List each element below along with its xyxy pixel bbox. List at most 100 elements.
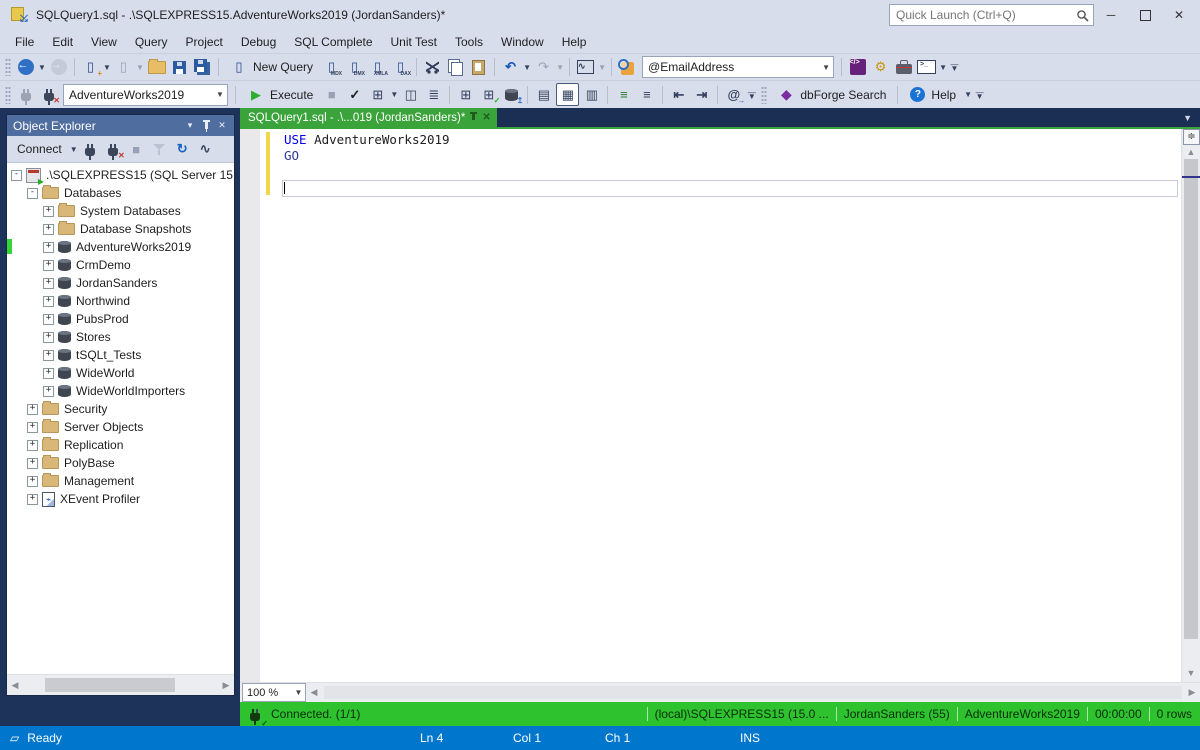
cut-icon[interactable] [422,57,443,78]
toolbar-grip[interactable] [761,86,767,104]
oe-connect-icon[interactable] [80,139,101,160]
menu-debug[interactable]: Debug [232,32,285,52]
search-icon[interactable] [617,57,638,78]
add-item-dropdown[interactable]: ▼ [135,57,145,78]
tree-item-crmdemo[interactable]: +CrmDemo [7,256,234,274]
command-window-dropdown[interactable]: ▼ [938,57,948,78]
oe-activity-icon[interactable]: ∿ [195,139,216,160]
connect-button[interactable]: Connect [11,139,68,160]
add-item-icon[interactable]: ▯ [113,57,134,78]
tree-item-security[interactable]: +Security [7,400,234,418]
menu-sql-complete[interactable]: SQL Complete [285,32,381,52]
menu-tools[interactable]: Tools [446,32,492,52]
tree-item-sqlexpress15-sql-server-15-0-2000[interactable]: -.\SQLEXPRESS15 (SQL Server 15.0.2000 - [7,166,234,184]
expand-icon[interactable]: + [43,332,54,343]
oe-refresh-icon[interactable]: ↻ [172,139,193,160]
query-options-dropdown[interactable]: ▼ [389,84,399,105]
expand-icon[interactable]: + [43,278,54,289]
database-combo[interactable]: AdventureWorks2019▼ [63,84,228,106]
activity-dropdown[interactable]: ▼ [597,57,607,78]
copy-icon[interactable] [445,57,466,78]
editor-vscrollbar[interactable]: ▲ ▼ [1181,129,1200,682]
code-editor[interactable]: USE AdventureWorks2019GO ▲ ▼ ≑ [240,129,1200,682]
hscrollbar-thumb[interactable] [324,686,1182,699]
tree-item-databases[interactable]: -Databases [7,184,234,202]
navigate-backward-icon[interactable]: ← [15,57,36,78]
tree-item-northwind[interactable]: +Northwind [7,292,234,310]
dbforge-search-button[interactable]: ◆dbForge Search [771,84,892,105]
tree-item-jordansanders[interactable]: +JordanSanders [7,274,234,292]
expand-icon[interactable]: + [27,440,38,451]
navigate-forward-icon[interactable]: → [48,57,69,78]
expand-icon[interactable]: + [43,368,54,379]
scrollbar-thumb[interactable] [45,678,175,692]
decrease-indent-icon[interactable]: ⇤ [668,84,689,105]
new-file-dropdown[interactable]: ▼ [102,57,112,78]
new-dax-query-icon[interactable]: ▯DAX [390,57,411,78]
parameter-combo[interactable]: @EmailAddress▼ [642,56,834,78]
scroll-left-icon[interactable]: ◀ [7,680,23,691]
hscroll-left-icon[interactable]: ◀ [306,687,322,698]
menu-unit-test[interactable]: Unit Test [382,32,446,52]
tab-list-chevron-icon[interactable]: ▼ [1183,113,1192,123]
toolbox-icon[interactable] [893,57,914,78]
menu-edit[interactable]: Edit [43,32,82,52]
minimize-button[interactable]: ─ [1094,3,1128,27]
parse-icon[interactable]: ✓ [344,84,365,105]
toolbar-grip[interactable] [5,58,11,76]
tree-item-stores[interactable]: +Stores [7,328,234,346]
undo-icon[interactable]: ↶ [500,57,521,78]
tree-item-database-snapshots[interactable]: +Database Snapshots [7,220,234,238]
parameter-combo-dropdown-icon[interactable]: ▼ [819,63,833,72]
scroll-up-icon[interactable]: ▲ [1182,147,1200,157]
editor-split-handle[interactable]: ≑ [1183,129,1200,145]
expand-icon[interactable]: + [27,404,38,415]
results-to-grid-icon[interactable]: ▦ [556,83,579,106]
quick-launch-input[interactable] [894,7,1076,23]
execution-settings-icon[interactable]: ≣ [423,84,444,105]
tree-item-system-databases[interactable]: +System Databases [7,202,234,220]
expand-icon[interactable]: + [27,476,38,487]
collapse-icon[interactable]: - [11,170,22,181]
tab-pin-icon[interactable] [472,113,475,120]
zoom-combo[interactable]: 100 % ▼ [242,683,306,702]
expand-icon[interactable]: + [43,242,54,253]
tree-item-xevent-profiler[interactable]: +⌁XEvent Profiler [7,490,234,508]
comment-selection-icon[interactable]: ≡ [613,84,634,105]
menu-project[interactable]: Project [177,32,232,52]
save-all-icon[interactable] [192,57,213,78]
new-dmx-query-icon[interactable]: ▯DMX [344,57,365,78]
results-to-text-icon[interactable]: ▤ [533,84,554,105]
change-connection-icon[interactable]: ✕ [38,84,59,105]
connect-icon[interactable] [15,84,36,105]
menu-file[interactable]: File [6,32,43,52]
oe-disconnect-icon[interactable]: ✕ [103,139,124,160]
live-statistics-icon[interactable]: ⊞✓ [478,84,499,105]
expand-icon[interactable]: + [43,224,54,235]
execute-button[interactable]: ▶Execute [241,84,319,105]
save-icon[interactable] [169,57,190,78]
collapse-icon[interactable]: - [27,188,38,199]
query-options-icon[interactable]: ⊞ [367,84,388,105]
tree-item-wideworld[interactable]: +WideWorld [7,364,234,382]
paste-icon[interactable] [468,57,489,78]
code-window-icon[interactable]: </> [847,57,868,78]
tree-item-tsqlt-tests[interactable]: +tSQLt_Tests [7,346,234,364]
toolbar2-overflow-icon[interactable]: —▼ [745,84,758,105]
quick-launch-box[interactable] [889,4,1094,26]
expand-icon[interactable]: + [43,386,54,397]
pin-icon[interactable] [198,118,214,134]
estimated-plan-icon[interactable]: ⊞ [455,84,476,105]
oe-filter-icon[interactable] [149,139,170,160]
tree-item-adventureworks2019[interactable]: +AdventureWorks2019 [7,238,234,256]
menu-view[interactable]: View [82,32,126,52]
zoom-dropdown-icon[interactable]: ▼ [292,688,305,697]
scroll-right-icon[interactable]: ▶ [218,680,234,691]
expand-icon[interactable]: + [43,206,54,217]
database-combo-dropdown-icon[interactable]: ▼ [213,90,227,99]
results-to-file-icon[interactable]: ▥ [581,84,602,105]
toolbar2-overflow2-icon[interactable]: —▼ [973,84,986,105]
scroll-down-icon[interactable]: ▼ [1182,668,1200,678]
cancel-query-icon[interactable]: ■ [321,84,342,105]
close-panel-icon[interactable]: ✕ [214,118,230,134]
